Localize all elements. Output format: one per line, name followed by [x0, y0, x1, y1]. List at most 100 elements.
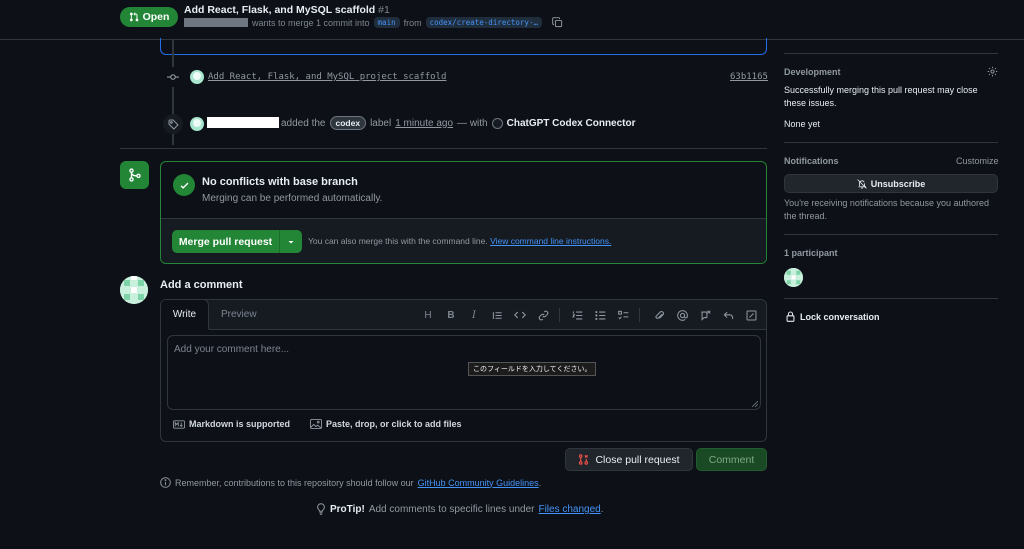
close-pull-request-label: Close pull request	[595, 453, 680, 466]
link-icon[interactable]	[536, 308, 550, 322]
timestamp-link[interactable]: 1 minute ago	[395, 118, 453, 129]
image-icon	[310, 419, 322, 429]
community-guidelines-link[interactable]: GitHub Community Guidelines	[418, 478, 539, 488]
page-title: Add React, Flask, and MySQL scaffold #1	[184, 4, 390, 16]
triangle-down-icon[interactable]	[280, 230, 302, 253]
close-pull-request-button[interactable]: Close pull request	[565, 448, 693, 471]
git-commit-icon	[163, 67, 183, 87]
validation-tooltip: このフィールドを入力してください。	[468, 362, 597, 376]
files-changed-link[interactable]: Files changed	[538, 504, 600, 515]
label-suffix: label	[370, 117, 392, 129]
quote-icon[interactable]	[490, 308, 504, 322]
reply-icon[interactable]	[721, 308, 735, 322]
merge-status-subtitle: Merging can be performed automatically.	[202, 193, 383, 204]
redacted-author	[184, 18, 248, 27]
sidebar-divider	[784, 53, 998, 54]
mention-icon[interactable]	[675, 308, 689, 322]
comment-editor: Write Preview H B I Add your comment her…	[160, 299, 767, 442]
lock-conversation-button[interactable]: Lock conversation	[786, 311, 880, 322]
toolbar-divider	[559, 308, 560, 322]
comment-placeholder: Add your comment here...	[174, 344, 290, 355]
state-badge: Open	[120, 7, 178, 27]
from-text: from	[403, 17, 422, 28]
code-icon[interactable]	[513, 308, 527, 322]
guidelines-suffix: .	[538, 477, 542, 488]
ordered-list-icon[interactable]	[570, 308, 584, 322]
participant-avatar[interactable]	[784, 268, 803, 287]
base-branch-link[interactable]: main	[373, 17, 400, 28]
comment-button[interactable]: Comment	[696, 448, 767, 471]
lock-label: Lock conversation	[800, 311, 880, 322]
comment-toolbar: Write Preview H B I	[161, 300, 766, 330]
copy-icon[interactable]	[552, 17, 563, 28]
development-heading: Development	[784, 67, 841, 77]
comment-textarea[interactable]: Add your comment here... このフィールドを入力してくださ…	[167, 335, 761, 410]
pr-number: #1	[378, 4, 390, 16]
italic-icon[interactable]: I	[467, 308, 481, 322]
timeline-divider	[120, 148, 767, 149]
tag-icon	[163, 114, 183, 134]
app-avatar	[491, 117, 503, 129]
bold-icon[interactable]: B	[444, 308, 458, 322]
tab-write[interactable]: Write	[161, 300, 209, 330]
merge-pull-request-button[interactable]: Merge pull request	[172, 230, 280, 253]
customize-link[interactable]: Customize	[956, 156, 999, 166]
merge-cli-hint-text: You can also merge this with the command…	[308, 236, 488, 246]
previous-comment-box	[160, 38, 767, 55]
head-branch-link[interactable]: codex/create-directory-…	[425, 17, 542, 28]
cross-reference-icon[interactable]	[698, 308, 712, 322]
label-badge[interactable]: codex	[329, 116, 367, 130]
unsubscribe-label: Unsubscribe	[870, 178, 926, 189]
toolbar-divider	[639, 308, 640, 322]
markdown-support-link[interactable]: Markdown is supported	[173, 419, 290, 429]
redacted-username	[207, 117, 279, 128]
bell-slash-icon	[857, 178, 867, 189]
avatar[interactable]	[120, 276, 148, 304]
protip-text: Add comments to specific lines under	[368, 503, 535, 515]
check-icon	[173, 174, 195, 196]
sidebar-divider	[784, 298, 998, 299]
protip-suffix: .	[600, 503, 604, 515]
guidelines-note: Remember, contributions to this reposito…	[160, 477, 541, 488]
info-icon	[160, 477, 171, 488]
task-list-icon[interactable]	[616, 308, 630, 322]
comment-heading: Add a comment	[160, 279, 243, 291]
label-action: added the	[281, 117, 326, 129]
protip-label: ProTip!	[330, 503, 365, 515]
light-bulb-icon	[316, 503, 326, 515]
resize-handle-icon[interactable]	[752, 401, 758, 407]
unordered-list-icon[interactable]	[593, 308, 607, 322]
attach-note: Paste, drop, or click to add files	[326, 419, 462, 429]
commit-message-link[interactable]: Add React, Flask, and MySQL project scaf…	[208, 72, 446, 82]
avatar[interactable]	[190, 117, 204, 131]
lock-icon	[786, 311, 795, 322]
merge-box: No conflicts with base branch Merging ca…	[160, 161, 767, 264]
fullscreen-icon[interactable]	[744, 308, 758, 322]
commit-sha-link[interactable]: 63b1165	[730, 72, 768, 82]
merge-actions: Merge pull request You can also merge th…	[161, 218, 766, 263]
attach-files-button[interactable]: Paste, drop, or click to add files	[310, 419, 462, 429]
merge-status: No conflicts with base branch Merging ca…	[161, 162, 766, 218]
pr-merge-info: wants to merge 1 commit into main from c…	[184, 17, 563, 28]
markdown-icon	[173, 419, 185, 429]
with-text: — with	[457, 117, 488, 129]
app-name[interactable]: ChatGPT Codex Connector	[507, 118, 636, 129]
participants-heading: 1 participant	[784, 248, 838, 258]
avatar[interactable]	[190, 70, 204, 84]
development-none: None yet	[784, 119, 821, 129]
label-event: added the codex label 1 minute ago — wit…	[281, 116, 636, 130]
notifications-text: You're receiving notifications because y…	[784, 198, 990, 221]
guidelines-text: Remember, contributions to this reposito…	[175, 477, 414, 488]
heading-icon[interactable]: H	[421, 308, 435, 322]
gear-icon[interactable]	[987, 66, 998, 77]
git-pull-request-closed-icon	[578, 454, 589, 465]
development-text: Successfully merging this pull request m…	[784, 85, 978, 108]
sidebar-divider	[784, 142, 998, 143]
tab-preview[interactable]: Preview	[221, 309, 257, 320]
pr-title-text: Add React, Flask, and MySQL scaffold	[184, 4, 376, 16]
state-label: Open	[142, 11, 170, 23]
paperclip-icon[interactable]	[652, 308, 666, 322]
unsubscribe-button[interactable]: Unsubscribe	[784, 174, 998, 193]
sidebar-divider	[784, 234, 998, 235]
cli-instructions-link[interactable]: View command line instructions.	[490, 236, 611, 246]
